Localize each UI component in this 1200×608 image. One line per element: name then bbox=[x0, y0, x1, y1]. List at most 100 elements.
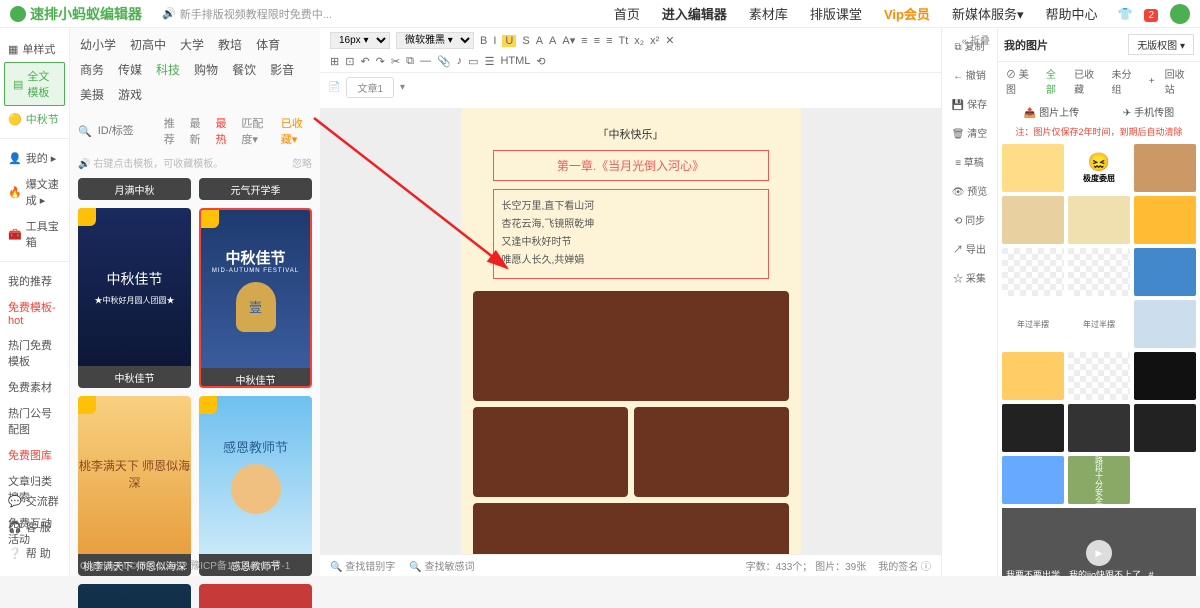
left-full-template[interactable]: ▤ 全文模板 bbox=[4, 62, 65, 106]
imgtab-ungrouped[interactable]: 未分组 bbox=[1111, 66, 1138, 96]
image-thumb[interactable] bbox=[1134, 196, 1196, 244]
filter-collected[interactable]: 已收藏▾ bbox=[281, 115, 312, 147]
align-left-icon[interactable]: ≡ bbox=[581, 35, 587, 47]
html-icon[interactable]: HTML bbox=[500, 55, 530, 68]
status-sensitive-check[interactable]: 🔍 查找敏感词 bbox=[409, 558, 474, 573]
cat-item[interactable]: 教培 bbox=[218, 36, 242, 53]
undo-icon[interactable]: ↶ bbox=[360, 55, 369, 68]
underline-icon[interactable]: U bbox=[502, 35, 516, 47]
notification-badge[interactable]: 2 bbox=[1144, 7, 1158, 21]
cat-item[interactable]: 幼小学 bbox=[80, 36, 116, 53]
template-card[interactable]: 感恩教师节 感恩教师节 bbox=[199, 396, 312, 576]
no-copyright-select[interactable]: 无版权图 ▾ bbox=[1128, 34, 1194, 55]
left-chat-group[interactable]: 💬 交流群 bbox=[0, 488, 70, 514]
left-hot-free-tpl[interactable]: 热门免费模板 bbox=[0, 332, 69, 374]
content-image[interactable] bbox=[473, 407, 628, 497]
action-clear[interactable]: 🗑 清空 bbox=[952, 125, 987, 140]
image-thumb[interactable]: 年过半摆 bbox=[1068, 300, 1130, 348]
search-input[interactable] bbox=[98, 125, 158, 137]
nav-materials[interactable]: 素材库 bbox=[749, 4, 788, 23]
left-customer-service[interactable]: 🎧 客 服 bbox=[0, 514, 70, 540]
action-draft[interactable]: ≡ 草稿 bbox=[955, 154, 984, 169]
avatar-icon[interactable] bbox=[1170, 4, 1190, 24]
image-thumb[interactable] bbox=[1002, 144, 1064, 192]
content-image[interactable] bbox=[634, 407, 789, 497]
left-recommend[interactable]: 我的推荐 bbox=[0, 268, 69, 294]
image-thumb[interactable] bbox=[1002, 248, 1064, 296]
image-thumb[interactable]: 路段十分安全 bbox=[1068, 456, 1130, 504]
image-thumb[interactable] bbox=[1002, 196, 1064, 244]
phone-upload-button[interactable]: ✈ 手机传图 bbox=[1123, 104, 1174, 119]
left-hot-cover[interactable]: 热门公号配图 bbox=[0, 400, 69, 442]
left-hot-articles[interactable]: 🔥 爆文速成 ▸ bbox=[0, 171, 69, 213]
document-tab[interactable]: 文章1 bbox=[346, 77, 394, 98]
fontsize-select[interactable]: 16px ▾ bbox=[330, 32, 390, 49]
chapter-title[interactable]: 第一章.《当月光倒入河心》 bbox=[493, 150, 769, 181]
image-thumb[interactable] bbox=[1134, 248, 1196, 296]
image-thumb[interactable] bbox=[1068, 248, 1130, 296]
action-export[interactable]: ↗ 导出 bbox=[953, 241, 986, 256]
fontcolor-icon[interactable]: A bbox=[536, 35, 543, 47]
filter-hottest[interactable]: 最热 bbox=[215, 115, 233, 147]
nav-editor[interactable]: 进入编辑器 bbox=[662, 4, 727, 23]
action-undo[interactable]: ← 撤销 bbox=[953, 67, 986, 82]
cat-item[interactable]: 大学 bbox=[180, 36, 204, 53]
imgtab-add[interactable]: + bbox=[1149, 76, 1155, 87]
image-thumb[interactable] bbox=[1068, 352, 1130, 400]
cat-item[interactable]: 初高中 bbox=[130, 36, 166, 53]
left-help[interactable]: ❔ 帮 助 bbox=[0, 540, 70, 566]
template-card[interactable]: 中秋佳节★中秋好月圆人团圆★ 中秋佳节 bbox=[78, 208, 191, 388]
left-tag-midautumn[interactable]: 🟡 中秋节 bbox=[0, 106, 69, 132]
upload-image-button[interactable]: 📤 图片上传 bbox=[1024, 104, 1079, 119]
template-card[interactable]: 元气开学季 bbox=[199, 178, 312, 200]
italic-icon[interactable]: I bbox=[493, 35, 496, 47]
nav-class[interactable]: 排版课堂 bbox=[810, 4, 862, 23]
filter-match[interactable]: 匹配度▾ bbox=[241, 115, 272, 147]
image-thumb[interactable] bbox=[1134, 144, 1196, 192]
fold-button[interactable]: « 折叠 bbox=[962, 32, 990, 47]
sup-icon[interactable]: x² bbox=[650, 35, 659, 47]
left-toolbox[interactable]: 🧰 工具宝箱 bbox=[0, 213, 69, 255]
clear-icon[interactable]: ✕ bbox=[665, 34, 674, 47]
imgtab-trash[interactable]: 回收站 bbox=[1165, 66, 1192, 96]
notice-banner[interactable]: 🔊 新手排版视频教程限时免费中... bbox=[162, 6, 332, 22]
list-icon[interactable]: ☰ bbox=[485, 55, 495, 68]
filter-newest[interactable]: 最新 bbox=[190, 115, 208, 147]
redo-icon[interactable]: ↷ bbox=[376, 55, 385, 68]
cat-item[interactable]: 餐饮 bbox=[232, 61, 256, 78]
video-icon[interactable]: ▭ bbox=[468, 55, 478, 68]
align-right-icon[interactable]: ≡ bbox=[606, 35, 612, 47]
image-thumb[interactable]: 😖极度委屈 bbox=[1068, 144, 1130, 192]
hint-ignore[interactable]: 忽略 bbox=[292, 155, 312, 170]
filter-recommend[interactable]: 推荐 bbox=[164, 115, 182, 147]
template-card[interactable]: 抗战胜利纪念日1945-2022铭记历史 | 勿忘国耻 bbox=[199, 584, 312, 608]
copy-icon[interactable]: ⧉ bbox=[406, 55, 414, 68]
image-thumb[interactable] bbox=[1002, 352, 1064, 400]
table-icon[interactable]: ⊞ bbox=[330, 55, 339, 68]
cat-item[interactable]: 美摄 bbox=[80, 86, 104, 103]
sub-icon[interactable]: x₂ bbox=[634, 35, 644, 47]
template-card[interactable]: 感恩教师节 浓情中秋月 bbox=[78, 584, 191, 608]
left-free-materials[interactable]: 免费素材 bbox=[0, 374, 69, 400]
doc-menu-icon[interactable]: ▾ bbox=[400, 82, 405, 93]
nav-help[interactable]: 帮助中心 bbox=[1045, 4, 1097, 23]
play-icon[interactable]: ▶ bbox=[1086, 540, 1112, 566]
cut-icon[interactable]: ✂ bbox=[391, 55, 400, 68]
editor-canvas[interactable]: 「中秋快乐」 第一章.《当月光倒入河心》 长空万里,直下看山河 杏花云海,飞镜照… bbox=[461, 108, 801, 554]
image-thumb[interactable] bbox=[1134, 300, 1196, 348]
image-thumb[interactable] bbox=[1134, 404, 1196, 452]
bold-icon[interactable]: B bbox=[480, 35, 487, 47]
left-free-tpl-hot[interactable]: 免费模板-hot bbox=[0, 294, 69, 332]
content-image[interactable] bbox=[473, 291, 789, 401]
bgcolor-icon[interactable]: A bbox=[549, 35, 556, 47]
imgtab-collected[interactable]: 已收藏 bbox=[1074, 66, 1101, 96]
left-free-gallery[interactable]: 免费图库 bbox=[0, 442, 69, 468]
refresh-icon[interactable]: ⟲ bbox=[536, 55, 545, 68]
image-icon[interactable]: ⊡ bbox=[345, 55, 354, 68]
action-collect[interactable]: ☆ 采集 bbox=[953, 270, 986, 285]
cat-item[interactable]: 科技 bbox=[156, 61, 180, 78]
left-mine[interactable]: 👤 我的 ▸ bbox=[0, 145, 69, 171]
nav-services[interactable]: 新媒体服务▾ bbox=[952, 4, 1024, 23]
case-icon[interactable]: Tt bbox=[619, 35, 629, 47]
shirt-icon[interactable]: 👕 bbox=[1117, 7, 1132, 21]
